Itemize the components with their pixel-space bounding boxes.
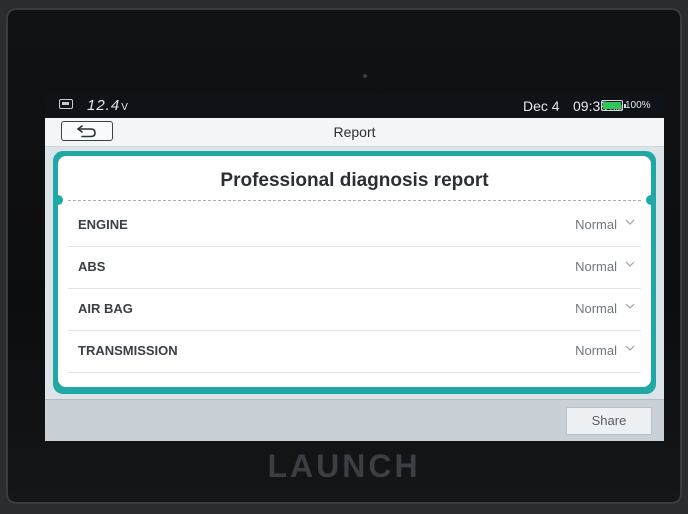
chevron-down-icon[interactable] — [625, 302, 635, 310]
system-status: Normal — [575, 301, 617, 316]
dashed-divider — [68, 200, 641, 201]
page-title: Report — [333, 124, 376, 140]
front-camera — [363, 74, 367, 78]
battery-level-fill — [603, 102, 621, 109]
screen: 12.4V Dec 4 09:39AM 100% Report Professi… — [45, 94, 664, 441]
report-card: Professional diagnosis report ENGINE Nor… — [58, 156, 651, 387]
status-date: Dec 4 — [523, 98, 560, 114]
device-brand-logo: LAUNCH — [267, 448, 421, 484]
status-bar: 12.4V Dec 4 09:39AM 100% — [45, 94, 664, 118]
report-card-frame: Professional diagnosis report ENGINE Nor… — [53, 151, 656, 394]
system-status: Normal — [575, 343, 617, 358]
chevron-down-icon[interactable] — [625, 344, 635, 352]
battery-voltage: 12.4V — [87, 97, 129, 114]
voltage-unit: V — [121, 102, 129, 113]
title-bar: Report — [45, 118, 664, 147]
system-label: ENGINE — [78, 217, 128, 232]
system-status: Normal — [575, 217, 617, 232]
vehicle-battery-icon — [59, 99, 73, 109]
battery-icon — [601, 100, 626, 111]
share-button[interactable]: Share — [566, 407, 652, 435]
bottom-toolbar: Share — [45, 399, 664, 441]
battery-percent: 100% — [625, 100, 651, 111]
system-label: TRANSMISSION — [78, 343, 178, 358]
system-label: ABS — [78, 259, 106, 274]
chevron-down-icon[interactable] — [625, 260, 635, 268]
report-row-transmission[interactable]: TRANSMISSION Normal — [68, 330, 641, 373]
system-status: Normal — [575, 259, 617, 274]
tablet-device: 12.4V Dec 4 09:39AM 100% Report Professi… — [6, 8, 682, 504]
report-title: Professional diagnosis report — [220, 170, 489, 191]
system-label: AIR BAG — [78, 301, 133, 316]
report-row-engine[interactable]: ENGINE Normal — [68, 204, 641, 247]
report-row-abs[interactable]: ABS Normal — [68, 246, 641, 289]
chevron-down-icon[interactable] — [625, 218, 635, 226]
report-row-airbag[interactable]: AIR BAG Normal — [68, 288, 641, 331]
